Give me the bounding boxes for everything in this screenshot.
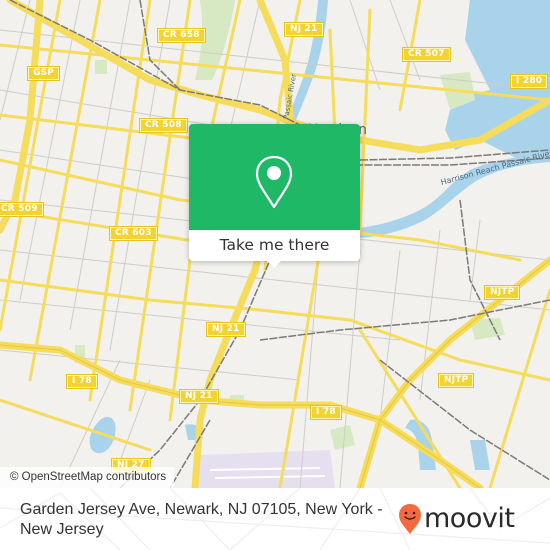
popup-pointer [267, 261, 281, 268]
route-shield-cr603: CR 603 [109, 226, 158, 241]
route-shield-gsp: GSP [26, 66, 61, 81]
moovit-logo: moovit [398, 502, 515, 536]
location-address: Garden Jersey Ave, Newark, NJ 07105, New… [20, 501, 383, 538]
route-shield-cr509: CR 509 [0, 202, 44, 217]
take-me-there-button[interactable]: Take me there [189, 230, 360, 261]
route-shield-i78: I 78 [310, 405, 342, 420]
route-shield-nj21: NJ 21 [206, 322, 246, 337]
route-shield-nj21: NJ 21 [284, 22, 324, 37]
moovit-pin-icon [399, 504, 421, 534]
route-shield-i78: I 78 [66, 374, 98, 389]
route-shield-cr507: CR 507 [402, 47, 451, 62]
port-channel-2 [470, 440, 490, 470]
route-shield-cr658: CR 658 [157, 28, 206, 43]
moovit-wordmark: moovit [424, 503, 515, 534]
map-attribution[interactable]: © OpenStreetMap contributors [0, 467, 175, 488]
route-shield-njtp: NJTP [483, 285, 521, 300]
route-shield-njtp: NJTP [437, 373, 475, 388]
location-popup: Take me there [189, 124, 360, 268]
popup-header [189, 124, 360, 230]
route-shield-i280: I 280 [509, 74, 549, 89]
passaic-river-north [288, 0, 328, 120]
route-shield-nj21: NJ 21 [179, 389, 219, 404]
route-shield-cr508: CR 508 [139, 118, 188, 133]
map-view[interactable]: CR 658 NJ 21 CR 507 GSP I 280 CR 508 CR … [0, 0, 550, 488]
map-pin-icon [255, 155, 293, 209]
footer-bar: Garden Jersey Ave, Newark, NJ 07105, New… [0, 488, 550, 550]
